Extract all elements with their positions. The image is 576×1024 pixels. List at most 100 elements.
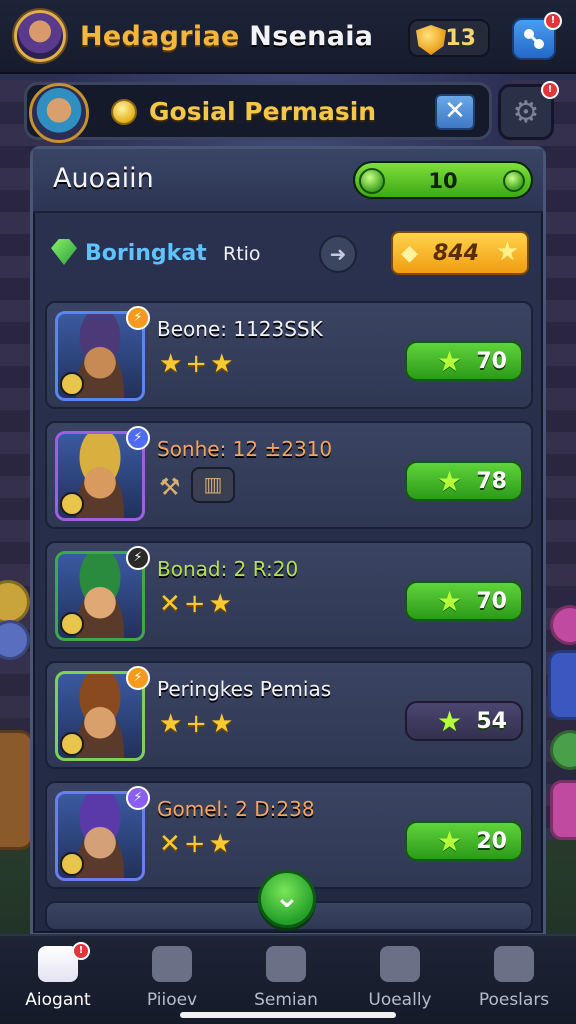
coin-decoration	[0, 730, 34, 850]
book-icon: ▥	[191, 467, 235, 503]
hammer-icon: ⚒	[159, 473, 181, 501]
player-name: Sonhe: 12 ±2310	[157, 437, 333, 461]
nav-item[interactable]: ! Aiogant	[8, 942, 108, 1018]
leaderboard-row[interactable]: ⚡ Peringkes Pemias ★+★ ★ 54	[45, 661, 533, 769]
gear-icon: ⚙	[512, 94, 540, 130]
nav-label: Poeslars	[478, 990, 550, 1010]
score-button[interactable]: ★ 70	[405, 341, 523, 381]
settings-badge: !	[541, 81, 559, 99]
main-panel: Auoaiin 10 Boringkat Rtio ➜ ◆ 844 ★ ⚡ Beo…	[30, 146, 546, 936]
gamepad-icon	[380, 946, 420, 982]
filter-row: Boringkat Rtio ➜ ◆ 844 ★	[47, 229, 533, 279]
search-bar[interactable]: Gosial Permasin ✕	[24, 82, 492, 143]
coin-icon	[111, 99, 137, 125]
notification-badge: !	[544, 12, 562, 30]
hero-avatar	[29, 83, 89, 143]
score-value: 78	[476, 469, 507, 494]
score-button[interactable]: ★ 20	[405, 821, 523, 861]
filter-label[interactable]: Boringkat	[85, 241, 207, 266]
nav-label: Aiogant	[25, 990, 91, 1010]
search-text[interactable]: Gosial Permasin	[149, 97, 376, 126]
panel-title: Auoaiin	[53, 163, 154, 194]
progress-bar: 10	[353, 161, 533, 199]
player-avatar[interactable]	[14, 10, 66, 62]
player-name: Beone: 1123SSK	[157, 317, 323, 341]
nav-label: Semian	[254, 990, 318, 1010]
tools-icon	[152, 946, 192, 982]
hero-portrait: ⚡	[55, 666, 150, 761]
coin-decoration	[550, 780, 576, 840]
score-value: 70	[476, 589, 507, 614]
star-icon: ★	[495, 237, 519, 267]
hero-portrait: ⚡	[55, 306, 150, 401]
score-value: 54	[476, 709, 507, 734]
level-badge-icon	[60, 612, 84, 636]
gem-counter[interactable]: 13	[408, 19, 490, 57]
level-badge-icon	[60, 492, 84, 516]
list-icon	[266, 946, 306, 982]
app-title: Hedagriae Nsenaia	[80, 21, 373, 52]
gem-count: 13	[445, 25, 476, 51]
rank-corner-badge: ⚡	[126, 786, 150, 810]
gold-shield-icon: ◆	[401, 241, 418, 266]
gold-value: 844	[433, 241, 479, 266]
leaderboard-row[interactable]: ⚡ Sonhe: 12 ±2310 ⚒ ▥ ★ 78	[45, 421, 533, 529]
star-icon: ★	[437, 705, 463, 738]
settings-button[interactable]: ⚙ !	[498, 81, 559, 140]
home-indicator	[180, 1012, 396, 1018]
filter-sub-label: Rtio	[223, 243, 261, 265]
hero-portrait: ⚡	[55, 426, 150, 521]
gold-reward-button[interactable]: ◆ 844 ★	[391, 231, 529, 275]
star-icon: ★	[437, 585, 463, 618]
rank-corner-badge: ⚡	[126, 306, 150, 330]
score-value: 20	[476, 829, 507, 854]
star-icon: ★	[437, 465, 463, 498]
leaderboard-row[interactable]: ⚡ Bonad: 2 R:20 ✕+★ ★ 70	[45, 541, 533, 649]
close-button[interactable]: ✕	[435, 94, 475, 130]
score-value: 70	[476, 349, 507, 374]
hero-portrait: ⚡	[55, 786, 150, 881]
rating-stars: ✕+★	[159, 589, 235, 619]
rank-corner-badge: ⚡	[126, 546, 150, 570]
rating-stars: ★+★	[159, 709, 237, 739]
nav-label: Piioev	[146, 990, 198, 1010]
chevron-down-icon: ⌄	[274, 880, 300, 915]
scroll-down-button[interactable]: ⌄	[258, 870, 316, 928]
score-button[interactable]: ★ 70	[405, 581, 523, 621]
level-badge-icon	[60, 732, 84, 756]
bottom-navigation: ! Aiogant Piioev Semian Uoeally Poeslars	[0, 934, 576, 1024]
hero-portrait: ⚡	[55, 546, 150, 641]
network-button[interactable]: !	[512, 12, 562, 60]
player-name: Peringkes Pemias	[157, 677, 332, 701]
green-gem-icon	[51, 239, 77, 265]
progress-right-icon	[503, 170, 525, 192]
nav-item[interactable]: Piioev	[122, 944, 222, 1018]
rating-stars: ✕+★	[159, 829, 235, 859]
app-title-part2: Nsenaia	[249, 20, 374, 52]
score-button[interactable]: ★ 54	[405, 701, 523, 741]
top-bar: Hedagriae Nsenaia 13 !	[0, 0, 576, 74]
rating-stars: ★+★	[159, 349, 237, 379]
leaderboard-row[interactable]: ⚡ Beone: 1123SSK ★+★ ★ 70	[45, 301, 533, 409]
nav-item[interactable]: Poeslars	[464, 944, 564, 1018]
network-icon	[524, 29, 544, 49]
nav-label: Uoeally	[368, 990, 432, 1010]
profile-icon	[494, 946, 534, 982]
shield-icon	[416, 25, 446, 55]
app-title-part1: Hedagriae	[80, 20, 240, 52]
nav-item[interactable]: Semian	[236, 944, 336, 1018]
star-icon: ★	[437, 345, 463, 378]
star-icon: ★	[437, 825, 463, 858]
rank-corner-badge: ⚡	[126, 426, 150, 450]
refresh-button[interactable]: ➜	[319, 235, 357, 273]
coin-decoration	[548, 650, 576, 720]
panel-header: Auoaiin 10	[33, 149, 543, 213]
rank-corner-badge: ⚡	[126, 666, 150, 690]
nav-badge: !	[72, 942, 90, 960]
level-badge-icon	[60, 372, 84, 396]
player-name: Bonad: 2 R:20	[157, 557, 299, 581]
score-button[interactable]: ★ 78	[405, 461, 523, 501]
level-badge-icon	[60, 852, 84, 876]
nav-item[interactable]: Uoeally	[350, 944, 450, 1018]
player-name: Gomel: 2 D:238	[157, 797, 315, 821]
